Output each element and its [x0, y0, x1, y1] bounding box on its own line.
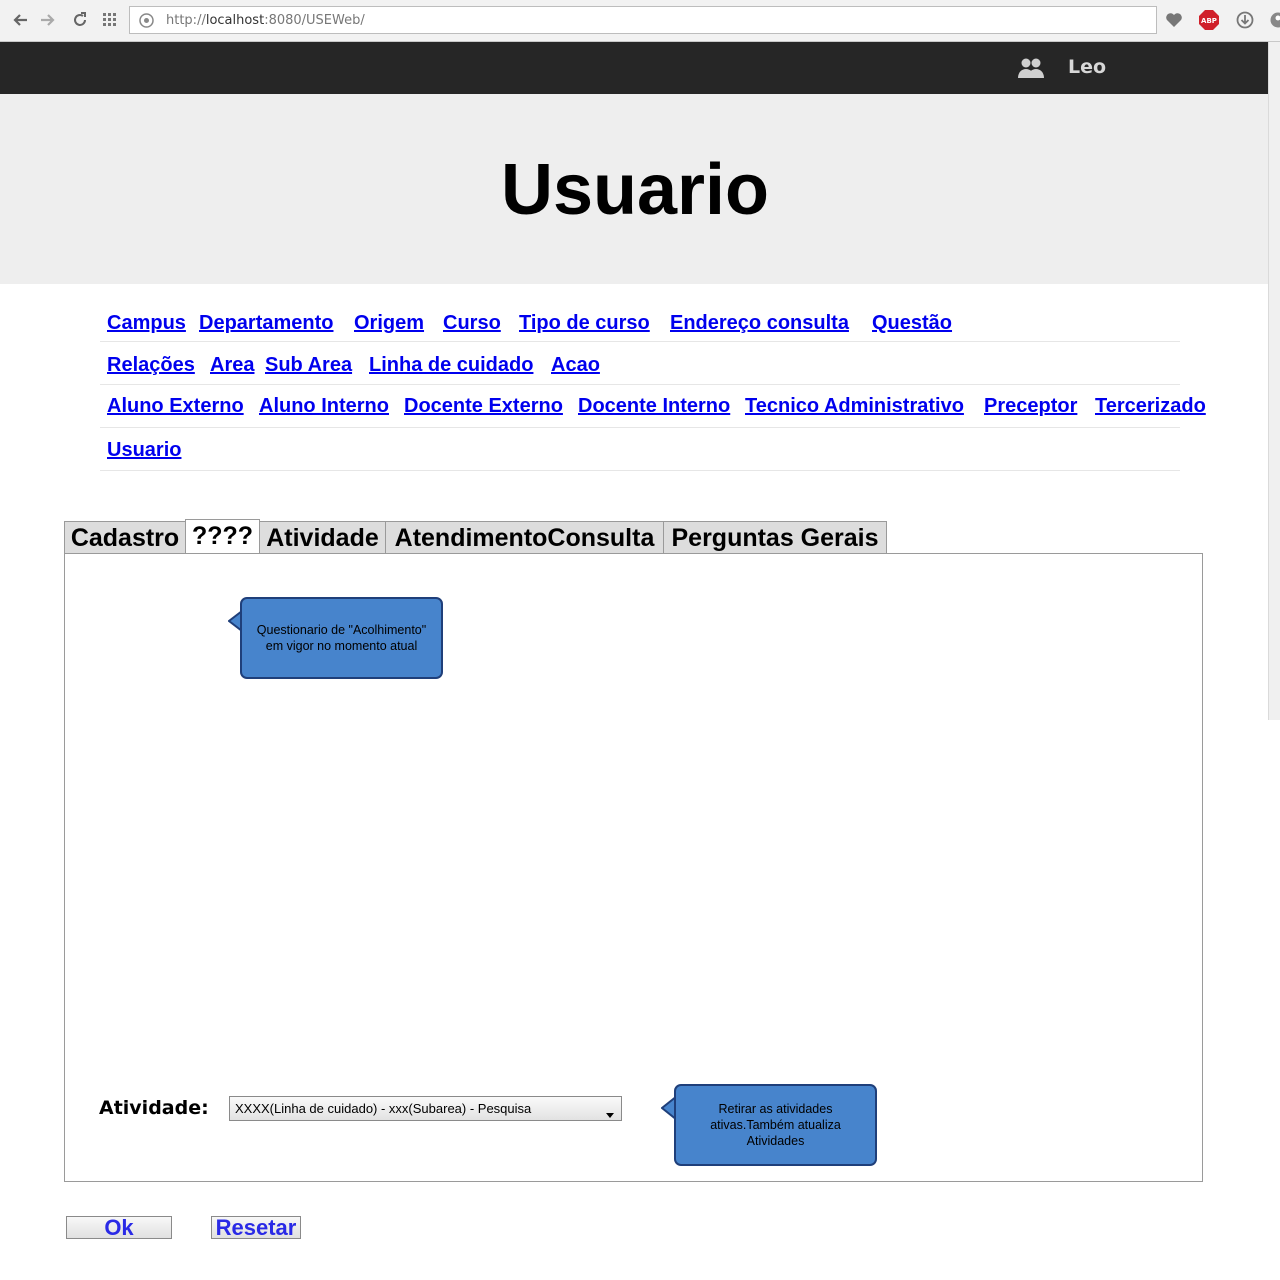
- link-campus[interactable]: Campus: [107, 312, 186, 335]
- atividade-label: Atividade:: [99, 1097, 209, 1119]
- profile-icon[interactable]: [1266, 10, 1280, 30]
- site-info-icon[interactable]: [139, 13, 154, 33]
- dropdown-arrow-icon: [606, 1106, 614, 1121]
- link-curso[interactable]: Curso: [443, 312, 501, 335]
- link-departamento[interactable]: Departamento: [199, 312, 333, 335]
- link-docente-interno[interactable]: Docente Interno: [578, 395, 730, 418]
- tab-atendimento-consulta[interactable]: AtendimentoConsulta: [385, 521, 664, 553]
- nav-row-1: Campus Departamento Origem Curso Tipo de…: [100, 300, 1180, 342]
- link-preceptor[interactable]: Preceptor: [984, 395, 1077, 418]
- link-origem[interactable]: Origem: [354, 312, 424, 335]
- link-usuario[interactable]: Usuario: [107, 439, 181, 462]
- link-docente-externo[interactable]: Docente Externo: [404, 395, 563, 418]
- reset-button[interactable]: Resetar: [211, 1216, 301, 1239]
- link-linha-de-cuidado[interactable]: Linha de cuidado: [369, 354, 533, 377]
- apps-grid-icon[interactable]: [100, 10, 120, 30]
- link-tecnico-administrativo[interactable]: Tecnico Administrativo: [745, 395, 964, 418]
- link-endereco-consulta[interactable]: Endereço consulta: [670, 312, 849, 335]
- link-aluno-interno[interactable]: Aluno Interno: [259, 395, 389, 418]
- forward-arrow-icon[interactable]: [38, 10, 58, 30]
- link-area[interactable]: Area: [210, 354, 254, 377]
- username[interactable]: Leo: [1068, 56, 1106, 78]
- link-acao[interactable]: Acao: [551, 354, 600, 377]
- bookmark-heart-icon[interactable]: [1164, 10, 1184, 30]
- link-sub-area[interactable]: Sub Area: [265, 354, 352, 377]
- adblock-icon[interactable]: ABP: [1199, 10, 1219, 30]
- tab-atividade[interactable]: Atividade: [259, 521, 386, 553]
- url-text: http://localhost:8080/USEWeb/: [166, 13, 365, 28]
- ok-button[interactable]: Ok: [66, 1216, 172, 1239]
- link-aluno-externo[interactable]: Aluno Externo: [107, 395, 244, 418]
- link-relacoes[interactable]: Relações: [107, 354, 195, 377]
- tab-cadastro[interactable]: Cadastro: [64, 521, 186, 553]
- page-title: Usuario: [500, 150, 770, 230]
- callout-retirar-atividades: Retirar as atividades ativas.Também atua…: [674, 1084, 877, 1166]
- adblock-label: ABP: [1201, 17, 1217, 25]
- tab-unknown[interactable]: ????: [185, 519, 260, 554]
- link-questao[interactable]: Questão: [872, 312, 952, 335]
- nav-row-3: Aluno Externo Aluno Interno Docente Exte…: [100, 385, 1206, 428]
- scrollbar[interactable]: [1268, 42, 1280, 720]
- callout-questionario: Questionario de "Acolhimento" em vigor n…: [240, 597, 443, 679]
- top-user-bar: Leo: [0, 42, 1280, 94]
- tab-panel: [64, 553, 1203, 1182]
- users-group-icon[interactable]: [1018, 56, 1044, 85]
- atividade-selected-value: XXXX(Linha de cuidado) - xxx(Subarea) - …: [235, 1101, 532, 1116]
- address-bar[interactable]: http://localhost:8080/USEWeb/: [129, 6, 1157, 34]
- tab-perguntas-gerais[interactable]: Perguntas Gerais: [663, 521, 887, 553]
- link-tipo-de-curso[interactable]: Tipo de curso: [519, 312, 650, 335]
- browser-toolbar: http://localhost:8080/USEWeb/ ABP: [0, 0, 1280, 42]
- nav-row-4: Usuario: [100, 428, 1180, 471]
- back-arrow-icon[interactable]: [10, 10, 30, 30]
- download-icon[interactable]: [1235, 10, 1255, 30]
- page-header: Usuario: [0, 94, 1280, 284]
- reload-icon[interactable]: [70, 10, 90, 30]
- nav-row-2: Relações Area Sub Area Linha de cuidado …: [100, 342, 1180, 385]
- atividade-select[interactable]: XXXX(Linha de cuidado) - xxx(Subarea) - …: [229, 1096, 622, 1121]
- link-tercerizado[interactable]: Tercerizado: [1095, 395, 1206, 418]
